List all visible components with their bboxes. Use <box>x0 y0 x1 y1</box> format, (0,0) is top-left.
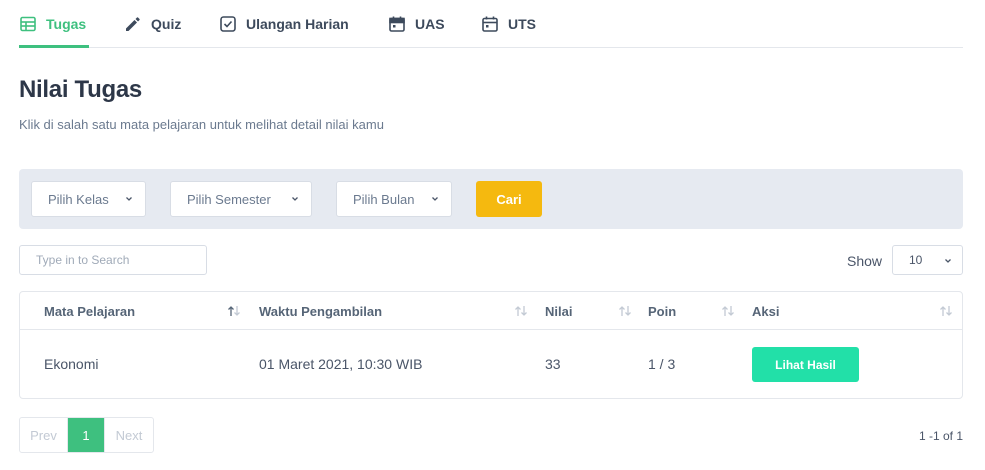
pencil-icon <box>124 15 142 33</box>
sort-icon[interactable] <box>721 305 735 317</box>
tab-uas[interactable]: UAS <box>388 0 445 47</box>
page-subtitle: Klik di salah satu mata pelajaran untuk … <box>19 117 384 132</box>
column-header: Waktu Pengambilan <box>259 303 383 319</box>
page-size-value: 10 <box>909 253 923 267</box>
select-label: Pilih Kelas <box>48 191 109 207</box>
tab-label: Quiz <box>151 15 182 32</box>
table-header: Mata Pelajaran Waktu Pengambilan Nilai P… <box>20 292 962 330</box>
prev-button[interactable]: Prev <box>20 418 68 452</box>
tab-bar: Tugas Quiz Ulangan Harian UAS UTS <box>19 0 963 48</box>
tab-quiz[interactable]: Quiz <box>124 0 181 47</box>
column-header: Nilai <box>545 303 573 319</box>
sort-icon[interactable] <box>618 305 632 317</box>
tab-label: Tugas <box>46 15 87 32</box>
next-button[interactable]: Next <box>104 418 153 452</box>
lihat-hasil-button[interactable]: Lihat Hasil <box>752 347 859 382</box>
chevron-down-icon <box>945 259 951 263</box>
select-label: Pilih Semester <box>187 191 271 207</box>
bulan-select[interactable]: Pilih Bulan <box>336 181 452 217</box>
show-label: Show <box>847 253 883 269</box>
table-row[interactable]: Ekonomi 01 Maret 2021, 10:30 WIB 33 1 / … <box>20 330 962 398</box>
page-size-select[interactable]: 10 <box>892 245 963 275</box>
tab-ulangan-harian[interactable]: Ulangan Harian <box>219 0 349 47</box>
page-1-button[interactable]: 1 <box>68 418 104 452</box>
chevron-down-icon <box>432 197 438 201</box>
tab-uts[interactable]: UTS <box>481 0 536 47</box>
cell-nilai: 33 <box>545 356 561 372</box>
search-input[interactable] <box>19 245 207 275</box>
page-title: Nilai Tugas <box>19 76 142 103</box>
cell-waktu: 01 Maret 2021, 10:30 WIB <box>259 356 423 372</box>
filter-bar: Pilih Kelas Pilih Semester Pilih Bulan C… <box>19 169 963 229</box>
tab-tugas[interactable]: Tugas <box>19 0 89 48</box>
pagination-range: 1 -1 of 1 <box>918 429 963 443</box>
grades-table: Mata Pelajaran Waktu Pengambilan Nilai P… <box>19 291 963 399</box>
cell-mata-pelajaran: Ekonomi <box>44 356 99 372</box>
calendar-icon <box>388 15 406 33</box>
chevron-down-icon <box>126 197 132 201</box>
check-square-icon <box>219 15 237 33</box>
tab-label: UTS <box>508 15 536 32</box>
sort-icon[interactable] <box>514 305 528 317</box>
sort-up-icon[interactable] <box>227 305 241 317</box>
column-header: Aksi <box>752 303 780 319</box>
table-icon <box>19 15 37 33</box>
calendar-icon <box>481 15 499 33</box>
tab-label: Ulangan Harian <box>246 15 349 32</box>
column-header: Mata Pelajaran <box>44 303 136 319</box>
pagination: Prev 1 Next <box>19 417 154 453</box>
kelas-select[interactable]: Pilih Kelas <box>31 181 146 217</box>
chevron-down-icon <box>292 197 298 201</box>
select-label: Pilih Bulan <box>353 191 415 207</box>
semester-select[interactable]: Pilih Semester <box>170 181 312 217</box>
column-header: Poin <box>648 303 677 319</box>
cell-poin: 1 / 3 <box>648 356 676 372</box>
sort-icon[interactable] <box>939 305 953 317</box>
tab-label: UAS <box>415 15 445 32</box>
cari-button[interactable]: Cari <box>476 181 542 217</box>
